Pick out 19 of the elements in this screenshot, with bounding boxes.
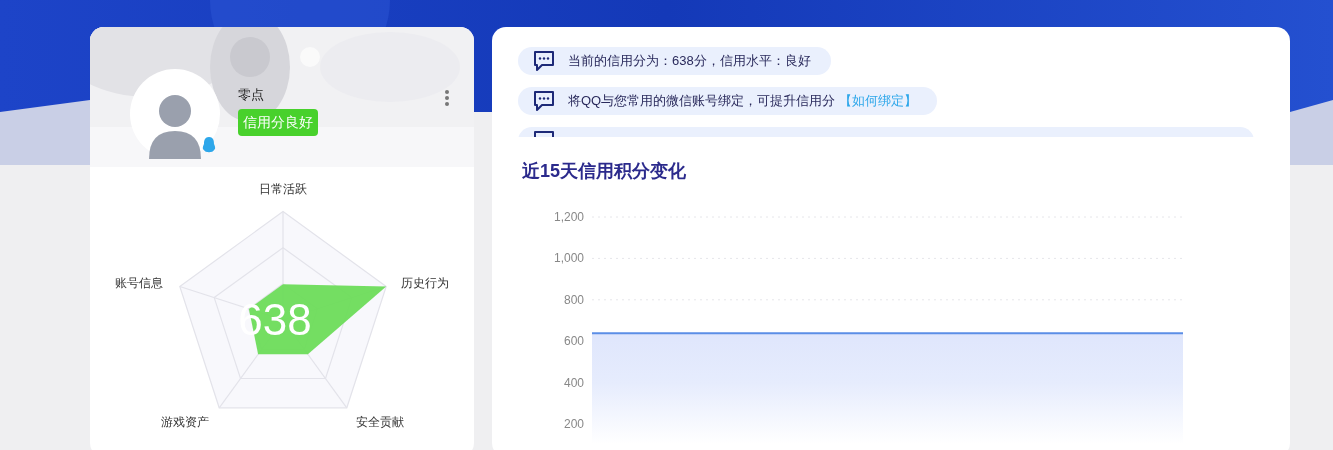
y-tick-label: 200 <box>563 417 584 431</box>
y-tick-label: 800 <box>563 292 584 307</box>
how-to-bind-link[interactable]: 【如何绑定】 <box>839 91 918 111</box>
notice-text: 当前的信用分为：638分，信用水平：良好 <box>568 52 811 71</box>
y-tick-label: 1,000 <box>553 251 584 266</box>
y-tick-label: 600 <box>563 334 584 349</box>
axis-label: 安全贡献 <box>356 415 404 429</box>
notice-text: 将QQ与您常用的微信账号绑定，可提升信用分 <box>568 92 836 111</box>
more-icon[interactable] <box>444 89 450 107</box>
y-tick-label: 1,200 <box>553 210 584 224</box>
axis-label: 账号信息 <box>115 276 163 290</box>
axis-label: 游戏资产 <box>161 415 209 429</box>
axis-label: 历史行为 <box>401 276 449 290</box>
axis-label: 日常活跃 <box>259 182 307 196</box>
credit-badge: 信用分良好 <box>238 109 318 136</box>
user-name: 零点 <box>238 86 264 104</box>
chart-title: 近15天信用积分变化 <box>522 160 687 183</box>
y-tick-label: 400 <box>563 375 584 390</box>
person-badge-icon <box>202 137 216 153</box>
